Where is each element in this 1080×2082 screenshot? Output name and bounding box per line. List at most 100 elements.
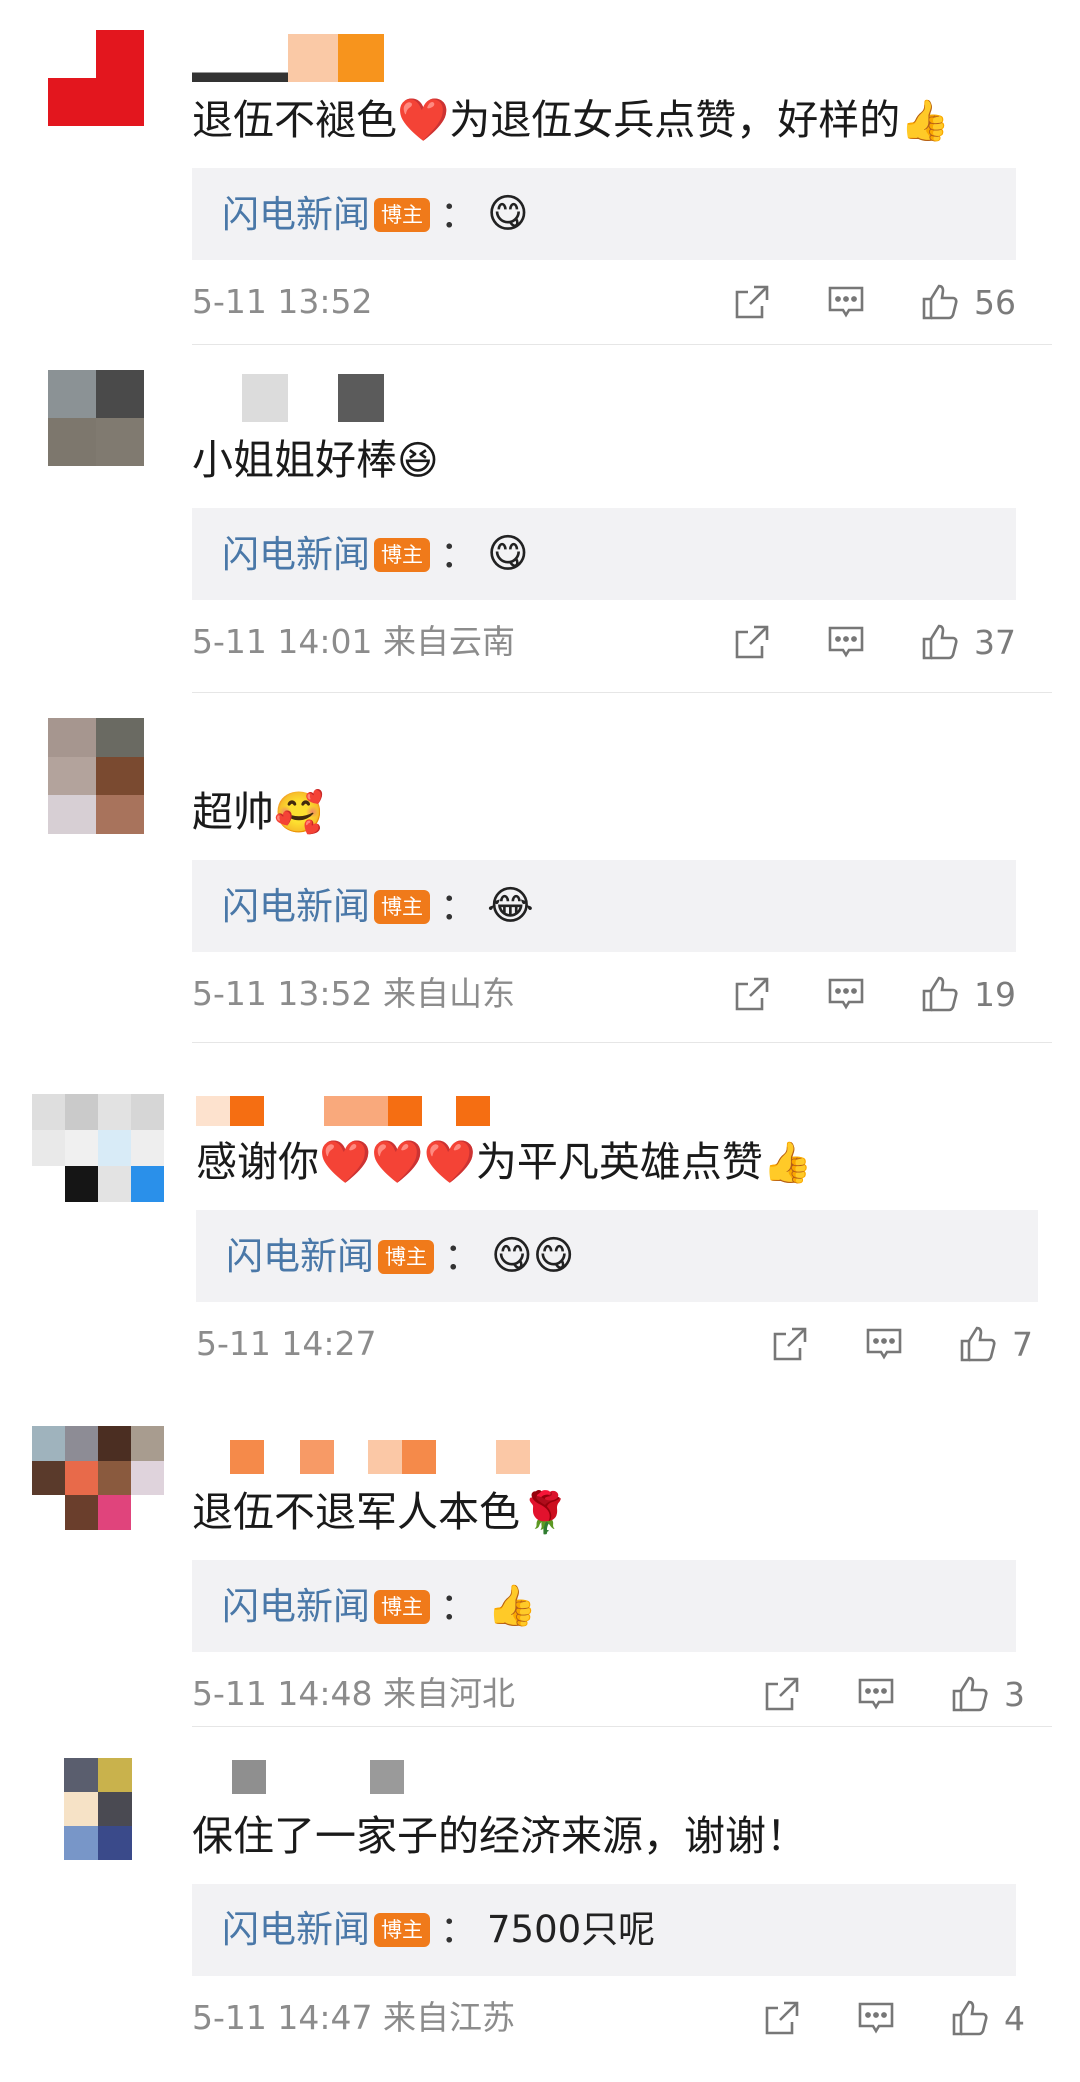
thumbs-up-emoji-icon: 👍: [762, 1140, 813, 1186]
comment-icon[interactable]: [826, 622, 866, 662]
reply-text: 😋: [487, 191, 529, 237]
reply-text: 😂: [487, 883, 534, 929]
thumbs-up-icon[interactable]: [920, 622, 960, 662]
reply-author[interactable]: 闪电新闻: [222, 533, 370, 576]
blogger-badge: 博主: [374, 538, 430, 572]
divider: [192, 1042, 1052, 1043]
thumbs-up-icon[interactable]: [950, 1998, 990, 2038]
location: 来自江苏: [383, 1998, 515, 2037]
username-redacted[interactable]: [232, 1760, 404, 1794]
reply-author[interactable]: 闪电新闻: [222, 1908, 370, 1951]
reply-text: 7500只呢: [487, 1908, 656, 1951]
flower-emoji-icon: 🥰: [274, 790, 324, 836]
timestamp: 5-11 14:01: [192, 622, 373, 661]
avatar[interactable]: [48, 718, 144, 834]
location: 来自河北: [383, 1674, 515, 1713]
rose-emoji-icon: 🌹: [520, 1490, 570, 1536]
avatar[interactable]: [32, 1426, 164, 1530]
comment-meta: 5-11 13:52: [192, 272, 373, 332]
comment-meta: 5-11 14:01 来自云南: [192, 612, 515, 672]
comment-text: 退伍不褪色❤️为退伍女兵点赞，好样的👍: [192, 95, 951, 144]
action-bar: 4: [762, 1988, 1044, 2048]
reply-author[interactable]: 闪电新闻: [222, 885, 370, 928]
share-icon[interactable]: [770, 1324, 810, 1364]
thumbs-up-icon[interactable]: [920, 974, 960, 1014]
avatar[interactable]: [48, 30, 144, 126]
username-redacted[interactable]: [192, 726, 312, 774]
comment-text: 感谢你❤️❤️❤️为平凡英雄点赞👍: [196, 1137, 813, 1186]
blogger-badge: 博主: [374, 1590, 430, 1624]
like-count: 19: [974, 974, 1016, 1014]
comment-text: 退伍不退军人本色🌹: [192, 1488, 570, 1536]
comment-feed: 退伍不褪色❤️为退伍女兵点赞，好样的👍 闪电新闻 博主： 😋 5-11 13:52 …: [0, 0, 1080, 2082]
laughing-emoji-icon: 😆: [397, 438, 439, 484]
comment-text: 小姐姐好棒😆: [192, 436, 439, 484]
location: 来自山东: [383, 974, 515, 1013]
like-count: 37: [974, 622, 1016, 662]
like-count: 4: [1004, 1998, 1025, 2038]
comment-text: 保住了一家子的经济来源，谢谢！: [192, 1812, 807, 1860]
blogger-badge: 博主: [374, 1913, 430, 1947]
thumbs-up-icon[interactable]: [958, 1324, 998, 1364]
share-icon[interactable]: [732, 622, 772, 662]
username-redacted[interactable]: [230, 1440, 530, 1474]
location: 来自云南: [383, 622, 515, 661]
comment-icon[interactable]: [856, 1674, 896, 1714]
blogger-badge: 博主: [374, 890, 430, 924]
blogger-reply[interactable]: 闪电新闻 博主： 👍: [192, 1560, 1016, 1652]
timestamp: 5-11 14:47: [192, 1998, 373, 2037]
divider: [192, 692, 1052, 693]
blogger-reply[interactable]: 闪电新闻 博主： 😋😋: [196, 1210, 1038, 1302]
thumbs-up-emoji-icon: 👍: [900, 98, 951, 144]
blogger-reply[interactable]: 闪电新闻 博主： 😋: [192, 168, 1016, 260]
avatar[interactable]: [64, 1758, 132, 1860]
heart-emoji-icon: ❤️: [397, 95, 450, 144]
share-icon[interactable]: [732, 282, 772, 322]
comment-meta: 5-11 13:52 来自山东: [192, 964, 515, 1024]
share-icon[interactable]: [762, 1998, 802, 2038]
timestamp: 5-11 13:52: [192, 282, 373, 321]
reply-author[interactable]: 闪电新闻: [222, 1585, 370, 1628]
timestamp: 5-11 13:52: [192, 974, 373, 1013]
share-icon[interactable]: [732, 974, 772, 1014]
action-bar: 7: [770, 1314, 1052, 1374]
divider: [192, 1726, 1052, 1727]
comment-text: 超帅🥰: [192, 788, 324, 836]
divider: [192, 344, 1052, 345]
action-bar: 19: [732, 964, 1016, 1024]
comment-icon[interactable]: [826, 282, 866, 322]
username-redacted[interactable]: [196, 1096, 490, 1126]
comment-meta: 5-11 14:47 来自江苏: [192, 1988, 515, 2048]
reply-author[interactable]: 闪电新闻: [222, 193, 370, 236]
action-bar: 56: [732, 272, 1016, 332]
like-count: 56: [974, 282, 1016, 322]
avatar[interactable]: [48, 370, 144, 466]
reply-author[interactable]: 闪电新闻: [226, 1235, 374, 1278]
username-redacted[interactable]: [192, 34, 384, 82]
like-count: 7: [1012, 1324, 1033, 1364]
timestamp: 5-11 14:48: [192, 1674, 373, 1713]
avatar[interactable]: [32, 1094, 164, 1202]
thumbs-up-icon[interactable]: [950, 1674, 990, 1714]
reply-text: 😋: [487, 531, 529, 577]
blogger-reply[interactable]: 闪电新闻 博主： 😋: [192, 508, 1016, 600]
like-count: 3: [1004, 1674, 1025, 1714]
thumbs-up-icon[interactable]: [920, 282, 960, 322]
username-redacted[interactable]: [192, 374, 384, 422]
blogger-badge: 博主: [374, 198, 430, 232]
comment-icon[interactable]: [864, 1324, 904, 1364]
share-icon[interactable]: [762, 1674, 802, 1714]
blogger-reply[interactable]: 闪电新闻 博主： 7500只呢: [192, 1884, 1016, 1976]
action-bar: 3: [762, 1664, 1044, 1724]
comment-meta: 5-11 14:48 来自河北: [192, 1664, 515, 1724]
heart-emoji-icon: ❤️❤️❤️: [319, 1137, 476, 1186]
timestamp: 5-11 14:27: [196, 1324, 377, 1363]
comment-icon[interactable]: [856, 1998, 896, 2038]
comment-meta: 5-11 14:27: [196, 1314, 377, 1374]
blogger-badge: 博主: [378, 1240, 434, 1274]
reply-text: 👍: [487, 1583, 537, 1629]
action-bar: 37: [732, 612, 1016, 672]
reply-text: 😋😋: [491, 1233, 575, 1279]
blogger-reply[interactable]: 闪电新闻 博主： 😂: [192, 860, 1016, 952]
comment-icon[interactable]: [826, 974, 866, 1014]
